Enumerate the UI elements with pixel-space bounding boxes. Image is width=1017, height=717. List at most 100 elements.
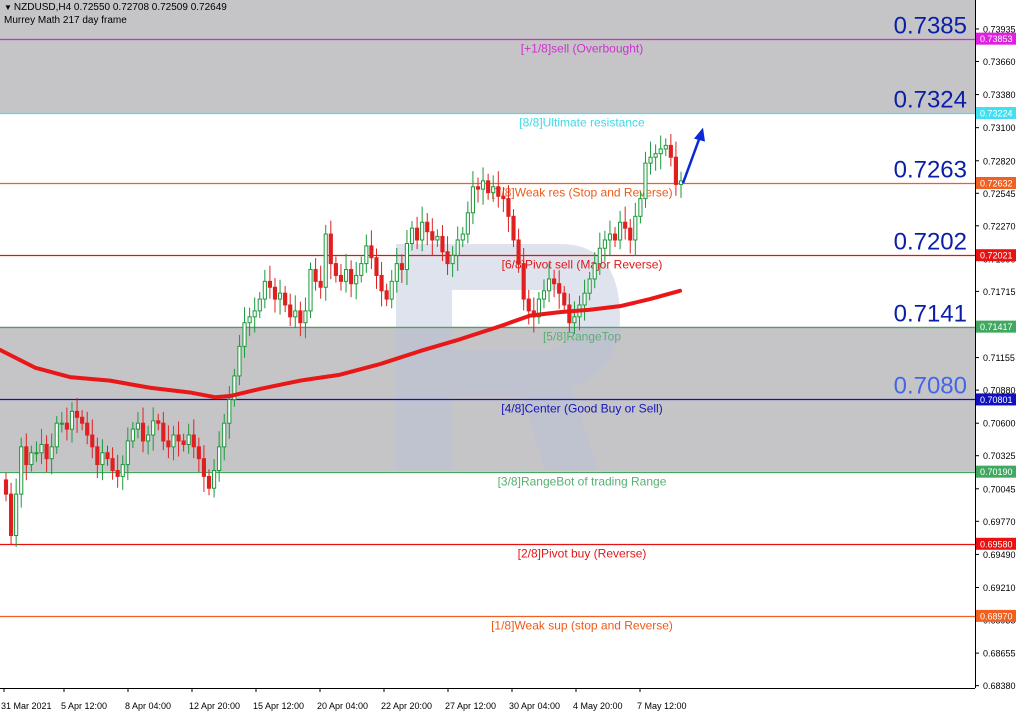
candle-body xyxy=(288,304,293,318)
y-tick-label: 0.71715 xyxy=(983,287,1016,297)
candle-body xyxy=(480,180,486,190)
y-tick-label: 0.72270 xyxy=(983,221,1016,231)
candle-body xyxy=(308,269,313,312)
x-tick-label: 12 Apr 20:00 xyxy=(189,701,240,711)
candle-body xyxy=(262,280,267,300)
level-label: [5/8]RangeTop xyxy=(543,330,621,344)
candle-body xyxy=(100,452,105,466)
candle-body xyxy=(425,221,430,233)
candle-body xyxy=(511,215,516,241)
candle-body xyxy=(486,180,491,194)
candle-body xyxy=(658,148,663,155)
candle-body xyxy=(349,269,354,285)
candle-body xyxy=(176,434,181,442)
candle-body xyxy=(135,422,141,430)
candle-body xyxy=(247,316,252,324)
y-tick-label: 0.69490 xyxy=(983,550,1016,560)
candle-body xyxy=(623,221,628,229)
y-tick-label: 0.71155 xyxy=(983,353,1015,363)
candle-body xyxy=(69,410,75,430)
candle-body xyxy=(222,422,227,448)
candle-body xyxy=(242,322,247,347)
candle-body xyxy=(404,243,410,271)
indicator-title: Murrey Math 217 day frame xyxy=(4,15,127,26)
candle-body xyxy=(546,278,552,292)
candle-body xyxy=(338,274,344,282)
candle-body xyxy=(95,446,100,466)
candle-body xyxy=(526,298,531,312)
shaded-zone xyxy=(0,0,975,114)
candle-body xyxy=(541,290,547,300)
y-tick-label: 0.70045 xyxy=(983,484,1016,494)
candle-body xyxy=(562,292,567,306)
candle-body xyxy=(85,422,90,436)
y-tick-label: 0.73380 xyxy=(983,90,1016,100)
candle-body xyxy=(161,422,166,442)
candle-body xyxy=(648,156,653,164)
candle-body xyxy=(557,283,562,294)
candle-body xyxy=(572,316,577,324)
candle-body xyxy=(303,310,308,324)
level-label: [3/8]RangeBot of trading Range xyxy=(498,475,667,489)
x-tick-label: 22 Apr 20:00 xyxy=(381,701,432,711)
candle-body xyxy=(298,310,303,324)
dropdown-caret-icon[interactable]: ▼ xyxy=(4,3,12,12)
candle-body xyxy=(328,233,333,265)
level-value-large: 0.7263 xyxy=(894,157,967,184)
y-tick-label: 0.72545 xyxy=(983,189,1016,199)
candle-body xyxy=(34,452,39,455)
candle-body xyxy=(475,186,481,190)
candle-body xyxy=(80,416,85,424)
candle-body xyxy=(156,420,161,424)
level-price-tag-label: 0.70190 xyxy=(980,467,1013,477)
candle-body xyxy=(445,251,450,265)
level-price-tag-label: 0.72021 xyxy=(980,251,1013,261)
candle-body xyxy=(673,156,678,185)
candle-body xyxy=(49,446,54,460)
candle-body xyxy=(653,153,658,158)
level-value-large: 0.7141 xyxy=(894,301,967,328)
candle-body xyxy=(420,221,425,241)
candle-body xyxy=(166,440,171,448)
candle-body xyxy=(415,227,420,241)
candle-body xyxy=(369,245,374,259)
forecast-arrow-head-icon xyxy=(694,127,705,142)
candle-body xyxy=(105,452,110,460)
y-tick-label: 0.68655 xyxy=(983,649,1016,659)
y-tick-label: 0.73660 xyxy=(983,57,1016,67)
candle-body xyxy=(389,280,394,300)
x-tick-label: 4 May 20:00 xyxy=(573,701,623,711)
x-tick-label: 5 Apr 12:00 xyxy=(61,701,107,711)
price-chart[interactable]: [+1/8]sell (Overbought) 0.7385 [8/8]Ultima… xyxy=(0,0,1017,717)
candle-body xyxy=(257,298,262,312)
level-price-tag-label: 0.72632 xyxy=(980,178,1013,188)
candle-body xyxy=(217,446,222,471)
candle-body xyxy=(54,422,59,448)
candle-body xyxy=(643,162,648,200)
level-label: [+1/8]sell (Overbought) xyxy=(521,42,643,56)
candle-body xyxy=(597,247,602,265)
candle-body xyxy=(460,233,465,241)
candle-body xyxy=(252,310,257,318)
y-tick-label: 0.70600 xyxy=(983,419,1016,429)
candle-body xyxy=(206,475,212,489)
candle-body xyxy=(19,446,24,495)
candle-body xyxy=(663,144,668,150)
x-tick-label: 20 Apr 04:00 xyxy=(317,701,368,711)
candle-body xyxy=(567,304,572,324)
candle-body xyxy=(668,144,673,158)
candle-body xyxy=(638,198,643,217)
candle-body xyxy=(592,263,597,280)
candle-body xyxy=(115,469,120,477)
candle-body xyxy=(110,458,115,471)
candle-body xyxy=(186,434,191,445)
candle-body xyxy=(501,195,506,200)
level-price-tag-label: 0.73224 xyxy=(980,109,1013,119)
level-price-tag-label: 0.73853 xyxy=(980,34,1013,44)
candle-body xyxy=(323,233,328,288)
candle-body xyxy=(212,469,217,489)
candle-body xyxy=(465,212,470,235)
y-tick-label: 0.69210 xyxy=(983,583,1016,593)
candle-body xyxy=(9,493,14,537)
level-value-large: 0.7080 xyxy=(894,373,967,400)
